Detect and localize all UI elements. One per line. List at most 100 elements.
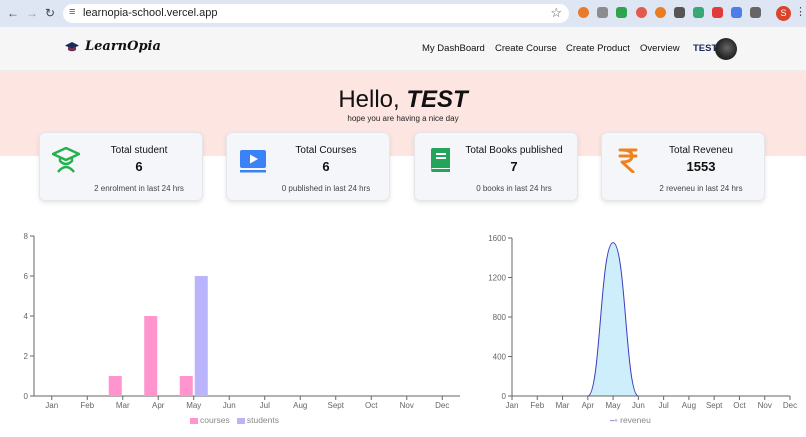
bar-chart-svg: 0 2 4 6 8 Jan Feb Mar Apr May Jun Jul Aug Sept Oct Nov D… [24, 232, 460, 410]
x-tick-label: Sept [328, 401, 345, 410]
extension-icon[interactable] [616, 7, 627, 18]
courses-students-bar-chart: 0 2 4 6 8 Jan Feb Mar Apr May Jun Jul Aug Sept Oct Nov D… [18, 228, 470, 414]
extension-icon[interactable] [578, 7, 589, 18]
y-tick-label: 400 [493, 353, 507, 362]
extensions-puzzle-icon[interactable] [750, 7, 761, 18]
bar-students [194, 276, 208, 396]
stat-card-students: Total student 6 2 enrolment in last 24 h… [39, 132, 203, 201]
legend-item-students[interactable]: students [236, 415, 279, 425]
bar-courses [144, 316, 158, 396]
greeting: Hello, TEST [0, 86, 806, 114]
y-tick-label: 1600 [488, 234, 506, 243]
x-tick-label: Mar [556, 401, 570, 410]
card-title: Total Reveneu [669, 145, 733, 156]
app-header: LearnOpia My DashBoard Create Course Cre… [0, 27, 806, 71]
user-name[interactable]: TEST [693, 43, 717, 54]
y-tick-label: 8 [24, 232, 29, 241]
card-subtitle: 2 enrolment in last 24 hrs [94, 184, 184, 193]
x-tick-label: Nov [400, 401, 414, 410]
card-subtitle: 0 published in last 24 hrs [281, 184, 371, 193]
card-subtitle: 2 reveneu in last 24 hrs [659, 184, 743, 193]
x-tick-label: May [606, 401, 621, 410]
y-tick-label: 1200 [488, 274, 506, 283]
x-tick-label: Nov [758, 401, 772, 410]
legend-label: students [246, 415, 279, 425]
card-title: Total student [110, 145, 168, 156]
greeting-name: TEST [406, 86, 468, 113]
x-tick-label: Apr [152, 401, 165, 410]
browser-menu-icon[interactable]: ⋮ [795, 5, 806, 18]
legend-label: courses [200, 415, 230, 425]
x-tick-label: Jun [223, 401, 236, 410]
nav-overview[interactable]: Overview [640, 43, 680, 54]
extension-icon[interactable] [655, 7, 666, 18]
x-tick-label: Oct [733, 401, 746, 410]
area-chart-legend: ‒◦ reveneu [610, 415, 651, 425]
site-info-icon[interactable]: ≡ [69, 6, 75, 18]
graduation-cap-icon [65, 42, 79, 52]
stat-card-books: Total Books published 7 0 books in last … [414, 132, 578, 201]
extension-icon[interactable] [636, 7, 647, 18]
forward-icon[interactable]: → [24, 5, 40, 21]
card-value: 6 [135, 159, 143, 174]
y-tick-label: 4 [24, 312, 29, 321]
x-tick-label: Jan [45, 401, 58, 410]
nav-create-course[interactable]: Create Course [495, 43, 557, 54]
x-tick-label: Feb [530, 401, 544, 410]
user-avatar[interactable] [715, 38, 737, 60]
legend-label: reveneu [620, 415, 651, 425]
nav-my-dashboard[interactable]: My DashBoard [422, 43, 485, 54]
x-tick-label: Jul [659, 401, 669, 410]
extension-icon[interactable] [693, 7, 704, 18]
card-title: Total Books published [465, 145, 563, 156]
x-tick-label: Jan [506, 401, 519, 410]
x-tick-label: Feb [80, 401, 94, 410]
url-text: learnopia-school.vercel.app [83, 7, 218, 19]
card-value: 6 [322, 159, 330, 174]
y-tick-label: 0 [502, 392, 507, 401]
browser-toolbar: ← → ↻ ≡ learnopia-school.vercel.app ☆ S … [0, 0, 806, 27]
logo-text[interactable]: LearnOpia [85, 39, 161, 54]
legend-item-revenue[interactable]: ‒◦ reveneu [610, 415, 651, 425]
stat-card-courses: Total Courses 6 0 published in last 24 h… [226, 132, 390, 201]
extension-icon[interactable] [597, 7, 608, 18]
area-line-reveneu [512, 242, 790, 397]
card-subtitle: 0 books in last 24 hrs [476, 184, 552, 193]
x-tick-label: Dec [783, 401, 797, 410]
extension-icon[interactable] [674, 7, 685, 18]
bar-courses [179, 376, 193, 396]
legend-swatch [236, 417, 245, 424]
x-tick-label: Dec [435, 401, 449, 410]
y-tick-label: 800 [493, 313, 507, 322]
legend-marker: ‒◦ [610, 415, 618, 425]
y-tick-label: 2 [24, 352, 29, 361]
bookmark-star-icon[interactable]: ☆ [550, 5, 562, 21]
y-tick-label: 0 [24, 392, 29, 401]
card-title: Total Courses [295, 145, 357, 156]
area-fill-reveneu [512, 242, 790, 396]
greeting-text: Hello, [338, 86, 400, 113]
address-bar[interactable]: ≡ learnopia-school.vercel.app ☆ [63, 4, 569, 23]
legend-item-courses[interactable]: courses [190, 415, 230, 425]
profile-avatar[interactable]: S [776, 6, 791, 21]
nav-create-product[interactable]: Create Product [566, 43, 630, 54]
x-tick-label: Apr [582, 401, 595, 410]
area-chart-svg: 0 400 800 1200 1600 Jan Feb Mar Apr May Jun Jul Aug S… [488, 234, 797, 410]
bar-courses [108, 376, 122, 396]
x-tick-label: Jun [632, 401, 645, 410]
revenue-area-chart: 0 400 800 1200 1600 Jan Feb Mar Apr May Jun Jul Aug S… [482, 228, 804, 414]
back-icon[interactable]: ← [5, 5, 21, 21]
x-tick-label: Mar [116, 401, 130, 410]
legend-swatch [190, 417, 198, 424]
extension-icon[interactable] [731, 7, 742, 18]
x-tick-label: Oct [365, 401, 378, 410]
y-tick-label: 6 [24, 272, 29, 281]
x-tick-label: Sept [706, 401, 723, 410]
extension-icon[interactable] [712, 7, 723, 18]
card-value: 1553 [686, 159, 716, 174]
card-value: 7 [510, 159, 518, 174]
x-tick-label: May [186, 401, 201, 410]
x-tick-label: Aug [293, 401, 307, 410]
reload-icon[interactable]: ↻ [42, 5, 58, 21]
x-tick-label: Aug [682, 401, 696, 410]
